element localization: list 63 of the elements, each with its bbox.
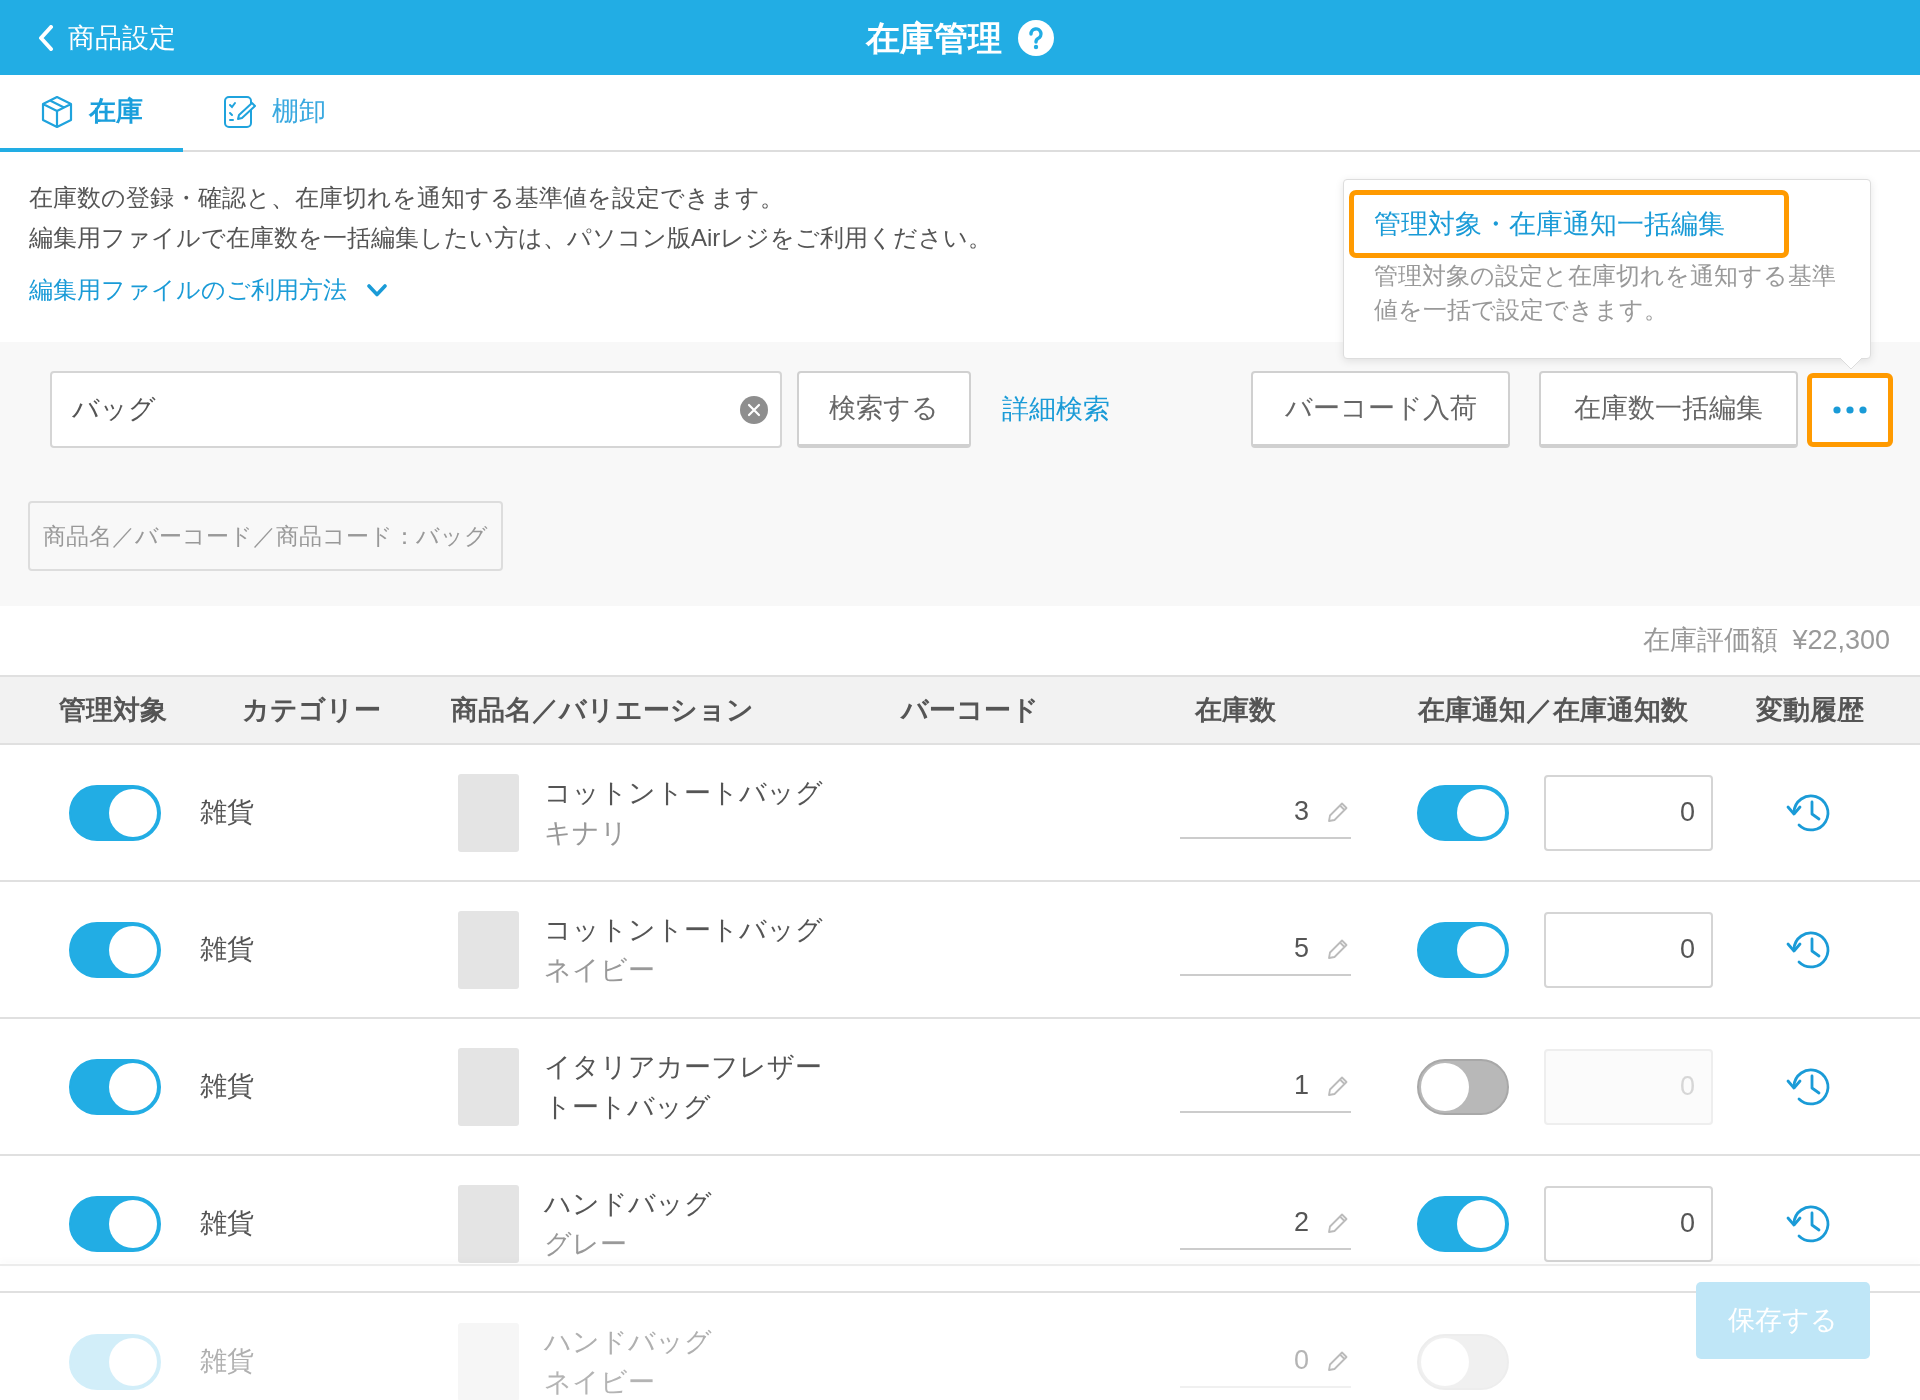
product-name: ハンドバッグ <box>544 1325 713 1359</box>
variation-name: グレー <box>544 1227 627 1261</box>
variation-name: ネイビー <box>544 953 655 987</box>
pencil-icon[interactable] <box>1327 1211 1349 1234</box>
pencil-icon[interactable] <box>1327 1074 1349 1097</box>
column-header: 変動履歴 <box>1756 694 1864 725</box>
toggle-switch[interactable] <box>1417 1195 1509 1252</box>
category-text: 雑貨 <box>200 933 254 967</box>
description-text: 編集用ファイルで在庫数を一括編集したい方は、パソコン版Airレジをご利用ください。 <box>29 223 993 253</box>
menu-item-description: 管理対象の設定と在庫切れを通知する基準値を一括で設定できます。 <box>1374 261 1837 325</box>
inventory-value-label: 在庫評価額 <box>1643 624 1779 658</box>
product-name: コットントートバッグ <box>544 776 824 810</box>
threshold-field[interactable]: 0 <box>1544 911 1713 988</box>
variation-name: ネイビー <box>544 1365 655 1399</box>
pencil-icon[interactable] <box>1327 1349 1349 1372</box>
action-button[interactable]: バーコード入荷 <box>1251 371 1510 448</box>
threshold-field[interactable]: 0 <box>1544 1185 1713 1262</box>
column-header: 管理対象 <box>59 694 167 725</box>
column-header: バーコード <box>901 694 1039 725</box>
category-text: 雑貨 <box>200 1070 254 1104</box>
category-text: 雑貨 <box>200 796 254 830</box>
variation-name: キナリ <box>544 816 628 850</box>
threshold-field[interactable]: 0 <box>1544 774 1713 851</box>
pencil-icon[interactable] <box>1327 800 1349 823</box>
column-header: 商品名／バリエーション <box>451 694 754 725</box>
search-field[interactable]: バッグ <box>50 371 782 448</box>
product-name: イタリアカーフレザートートバッグ <box>544 1050 823 1124</box>
pencil-icon[interactable] <box>1327 937 1349 960</box>
toggle-switch[interactable] <box>69 1058 161 1115</box>
help-link[interactable]: 編集用ファイルのご利用方法 <box>29 270 387 310</box>
stock-field[interactable]: 1 <box>1180 1060 1351 1113</box>
clear-icon[interactable] <box>740 395 768 424</box>
box-icon <box>40 94 74 129</box>
help-icon[interactable] <box>1018 19 1054 56</box>
toggle-switch[interactable] <box>1417 921 1509 978</box>
filter-chip: 商品名／バーコード／商品コード：バッグ <box>28 501 503 571</box>
column-header: 在庫数 <box>1195 694 1276 725</box>
more-button[interactable] <box>1807 372 1893 447</box>
search-button[interactable]: 検索する <box>797 371 971 448</box>
column-header: カテゴリー <box>242 694 381 725</box>
tab[interactable]: 在庫 <box>0 75 183 152</box>
inventory-value-amount: ¥22,300 <box>1792 624 1890 658</box>
toggle-switch[interactable] <box>69 921 161 978</box>
chevron-left-icon <box>38 25 54 51</box>
more-icon <box>1833 405 1867 414</box>
description-text: 在庫数の登録・確認と、在庫切れを通知する基準値を設定できます。 <box>29 183 784 213</box>
stock-field[interactable]: 2 <box>1180 1197 1351 1250</box>
action-button[interactable]: 在庫数一括編集 <box>1539 371 1798 448</box>
toggle-switch[interactable] <box>69 1195 161 1252</box>
page-title: 在庫管理 <box>866 20 1002 55</box>
stock-field[interactable]: 3 <box>1180 786 1351 839</box>
checklist-icon <box>223 94 257 129</box>
product-name: コットントートバッグ <box>544 913 824 947</box>
stock-field[interactable]: 5 <box>1180 923 1351 976</box>
advanced-search-link[interactable]: 詳細検索 <box>1002 389 1110 430</box>
column-header: 在庫通知／在庫通知数 <box>1418 694 1688 725</box>
menu-item[interactable]: 管理対象・在庫通知一括編集 <box>1349 190 1789 258</box>
toggle-switch[interactable] <box>1417 784 1509 841</box>
toggle-switch[interactable] <box>69 784 161 841</box>
category-text: 雑貨 <box>200 1345 254 1379</box>
category-text: 雑貨 <box>200 1207 254 1241</box>
toggle-switch[interactable] <box>1417 1058 1509 1115</box>
product-name: ハンドバッグ <box>544 1187 713 1221</box>
